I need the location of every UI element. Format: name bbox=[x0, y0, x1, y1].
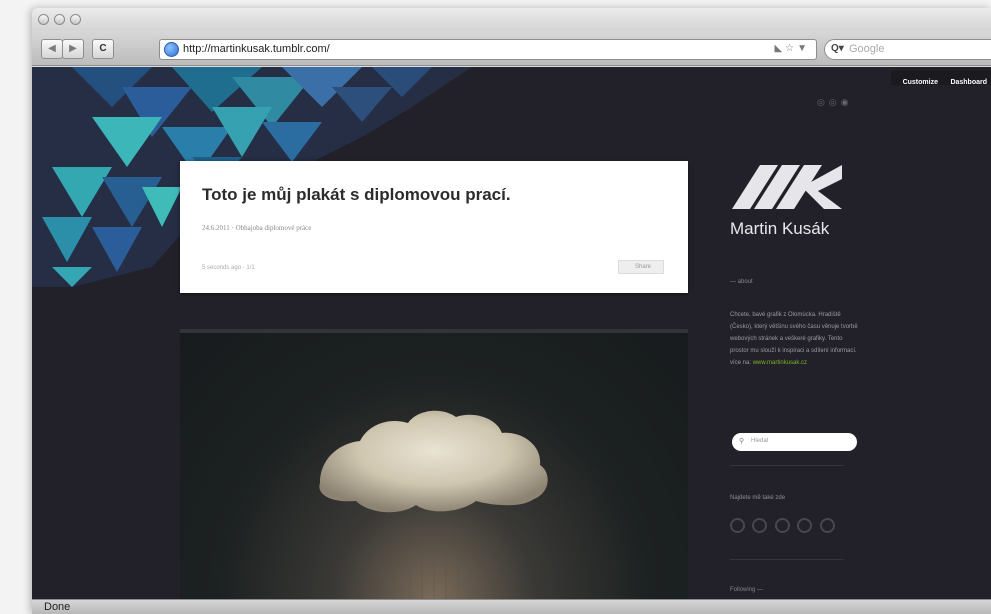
address-bar[interactable]: http://martinkusak.tumblr.com/ ◣☆▼ bbox=[159, 39, 817, 60]
social-icon-5[interactable] bbox=[819, 518, 835, 533]
reload-button[interactable]: C bbox=[92, 39, 114, 59]
social-icon-1[interactable] bbox=[730, 518, 745, 533]
sidebar-search-input[interactable]: ⚲ Hledat bbox=[732, 433, 857, 451]
share-button[interactable]: Share bbox=[618, 260, 664, 274]
back-arrow-icon: ◀ bbox=[48, 43, 56, 54]
search-placeholder: Google bbox=[849, 43, 885, 55]
poster-photo[interactable] bbox=[180, 329, 688, 599]
following-heading: Following — bbox=[730, 587, 764, 593]
social-icon-4[interactable] bbox=[797, 518, 813, 533]
social-icons bbox=[730, 518, 838, 538]
about-body: Chcete, bavé grafik z Olomúcka. Hradiště… bbox=[730, 312, 858, 354]
browser-toolbar: ◀ ▶ C http://martinkusak.tumblr.com/ ◣☆▼… bbox=[32, 30, 991, 66]
rss-bookmark-icons[interactable]: ◣☆▼ bbox=[774, 43, 810, 54]
browser-window: ◀ ▶ C http://martinkusak.tumblr.com/ ◣☆▼… bbox=[32, 8, 991, 614]
mini-social-icons[interactable]: ◎◎◉ bbox=[817, 97, 853, 108]
search-engine-icon[interactable]: Q▾ bbox=[831, 43, 844, 54]
sidebar: ◎◎◉ Martin Kusák — about Chcete, bavé gr… bbox=[725, 67, 991, 599]
about-text: Chcete, bavé grafik z Olomúcka. Hradiště… bbox=[730, 309, 862, 369]
page-content: Customize Dashboard Toto je můj plakát s… bbox=[32, 67, 991, 599]
brand-name[interactable]: Martin Kusák bbox=[730, 219, 829, 239]
minimize-window-icon[interactable] bbox=[54, 14, 65, 25]
website-link[interactable]: www.martinkusak.cz bbox=[753, 360, 807, 366]
status-bar: Done bbox=[32, 599, 991, 614]
follow-heading: Najdete mě také zde bbox=[730, 495, 786, 501]
post-title[interactable]: Toto je můj plakát s diplomovou prací. bbox=[202, 185, 511, 205]
cloud-lamp-image bbox=[319, 410, 548, 599]
search-icon: ⚲ bbox=[739, 438, 745, 445]
sidebar-search-placeholder: Hledat bbox=[751, 438, 769, 444]
close-window-icon[interactable] bbox=[38, 14, 49, 25]
back-button[interactable]: ◀ bbox=[41, 39, 63, 59]
url-text: http://martinkusak.tumblr.com/ bbox=[183, 43, 330, 55]
share-label: Share bbox=[635, 264, 652, 270]
divider bbox=[730, 465, 844, 466]
divider bbox=[730, 559, 844, 560]
about-heading: — about bbox=[730, 279, 753, 285]
social-icon-3[interactable] bbox=[774, 518, 790, 533]
title-bar bbox=[32, 8, 991, 30]
zoom-window-icon[interactable] bbox=[70, 14, 81, 25]
post-footer[interactable]: 5 seconds ago · 1/1 bbox=[202, 265, 255, 271]
post-meta[interactable]: 24.6.2011 · Obhajoba diplomové práce bbox=[202, 224, 311, 232]
globe-icon bbox=[164, 42, 179, 57]
forward-button[interactable]: ▶ bbox=[62, 39, 84, 59]
social-icon-2[interactable] bbox=[752, 518, 768, 533]
forward-arrow-icon: ▶ bbox=[69, 43, 77, 54]
status-text: Done bbox=[44, 601, 71, 613]
search-bar[interactable]: Q▾ Google bbox=[824, 39, 991, 60]
about-link-prefix: více na: bbox=[730, 360, 752, 366]
mk-logo[interactable] bbox=[732, 165, 842, 209]
post-card: Toto je můj plakát s diplomovou prací. 2… bbox=[180, 161, 688, 293]
reload-icon: C bbox=[99, 43, 107, 54]
